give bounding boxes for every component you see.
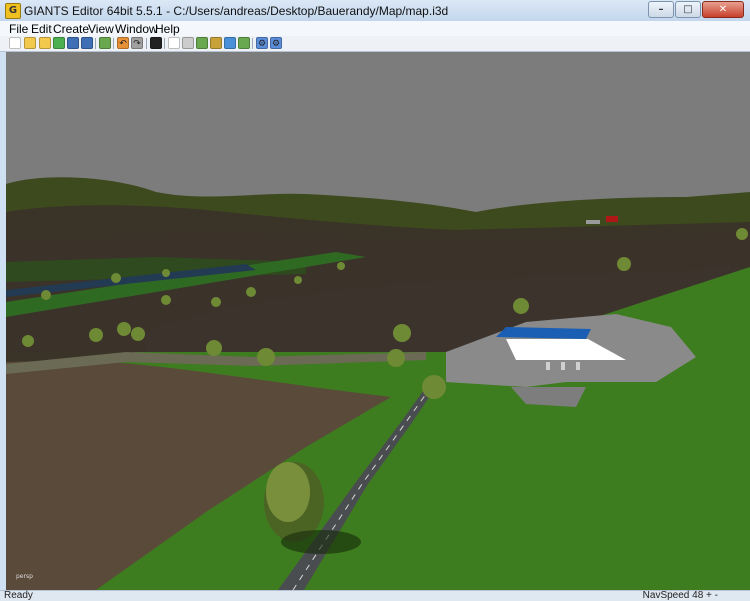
menu-edit[interactable]: Edit: [31, 22, 52, 36]
nav-speed: NavSpeed 48 + -: [642, 590, 718, 601]
status-bar: Ready NavSpeed 48 + -: [0, 590, 750, 601]
save-as-icon[interactable]: [81, 37, 93, 49]
window-title: GIANTS Editor 64bit 5.5.1 - C:/Users/and…: [24, 4, 449, 18]
select-tool-icon[interactable]: [168, 37, 180, 49]
undo-icon[interactable]: ↶: [117, 37, 129, 49]
giants-logo-icon: G: [5, 3, 21, 19]
menu-view[interactable]: View: [88, 22, 114, 36]
move-tool-icon[interactable]: [182, 37, 194, 49]
minimize-button[interactable]: –: [648, 1, 674, 18]
foliage-paint-icon[interactable]: [224, 37, 236, 49]
menu-create[interactable]: Create: [53, 22, 89, 36]
toolbar-separator: [146, 38, 147, 49]
play-icon[interactable]: ▶: [150, 37, 162, 49]
placeable-icon[interactable]: [238, 37, 250, 49]
toolbar: ↶ ↷ ▶ ⚙ ⚙: [0, 36, 750, 52]
scripts-gear-icon[interactable]: ⚙: [270, 37, 282, 49]
open-folder-icon[interactable]: [24, 37, 36, 49]
import-icon[interactable]: [99, 37, 111, 49]
menu-window[interactable]: Window: [115, 22, 158, 36]
toolbar-separator: [113, 38, 114, 49]
status-text: Ready: [4, 590, 33, 601]
maximize-button[interactable]: □: [675, 1, 701, 18]
menu-help[interactable]: Help: [155, 22, 180, 36]
toolbar-separator: [164, 38, 165, 49]
close-button[interactable]: ✕: [702, 1, 744, 18]
settings-gear-icon[interactable]: ⚙: [256, 37, 268, 49]
new-file-icon[interactable]: [9, 37, 21, 49]
terrain-sculpt-icon[interactable]: [196, 37, 208, 49]
farm-barn: [606, 216, 618, 222]
menu-file[interactable]: File: [9, 22, 28, 36]
window-controls: – □ ✕: [647, 1, 744, 18]
save-icon[interactable]: [67, 37, 79, 49]
3d-viewport[interactable]: persp: [6, 52, 750, 590]
menu-bar: File Edit Create View Window Help: [0, 21, 750, 36]
redo-icon[interactable]: ↷: [131, 37, 143, 49]
open-recent-icon[interactable]: [39, 37, 51, 49]
terrain-scene: [6, 52, 750, 590]
reload-icon[interactable]: [53, 37, 65, 49]
title-bar: G GIANTS Editor 64bit 5.5.1 - C:/Users/a…: [0, 0, 750, 22]
toolbar-separator: [252, 38, 253, 49]
gas-station-roof-edge: [496, 327, 591, 339]
terrain-paint-icon[interactable]: [210, 37, 222, 49]
camera-label: persp: [16, 573, 33, 580]
toolbar-separator: [95, 38, 96, 49]
